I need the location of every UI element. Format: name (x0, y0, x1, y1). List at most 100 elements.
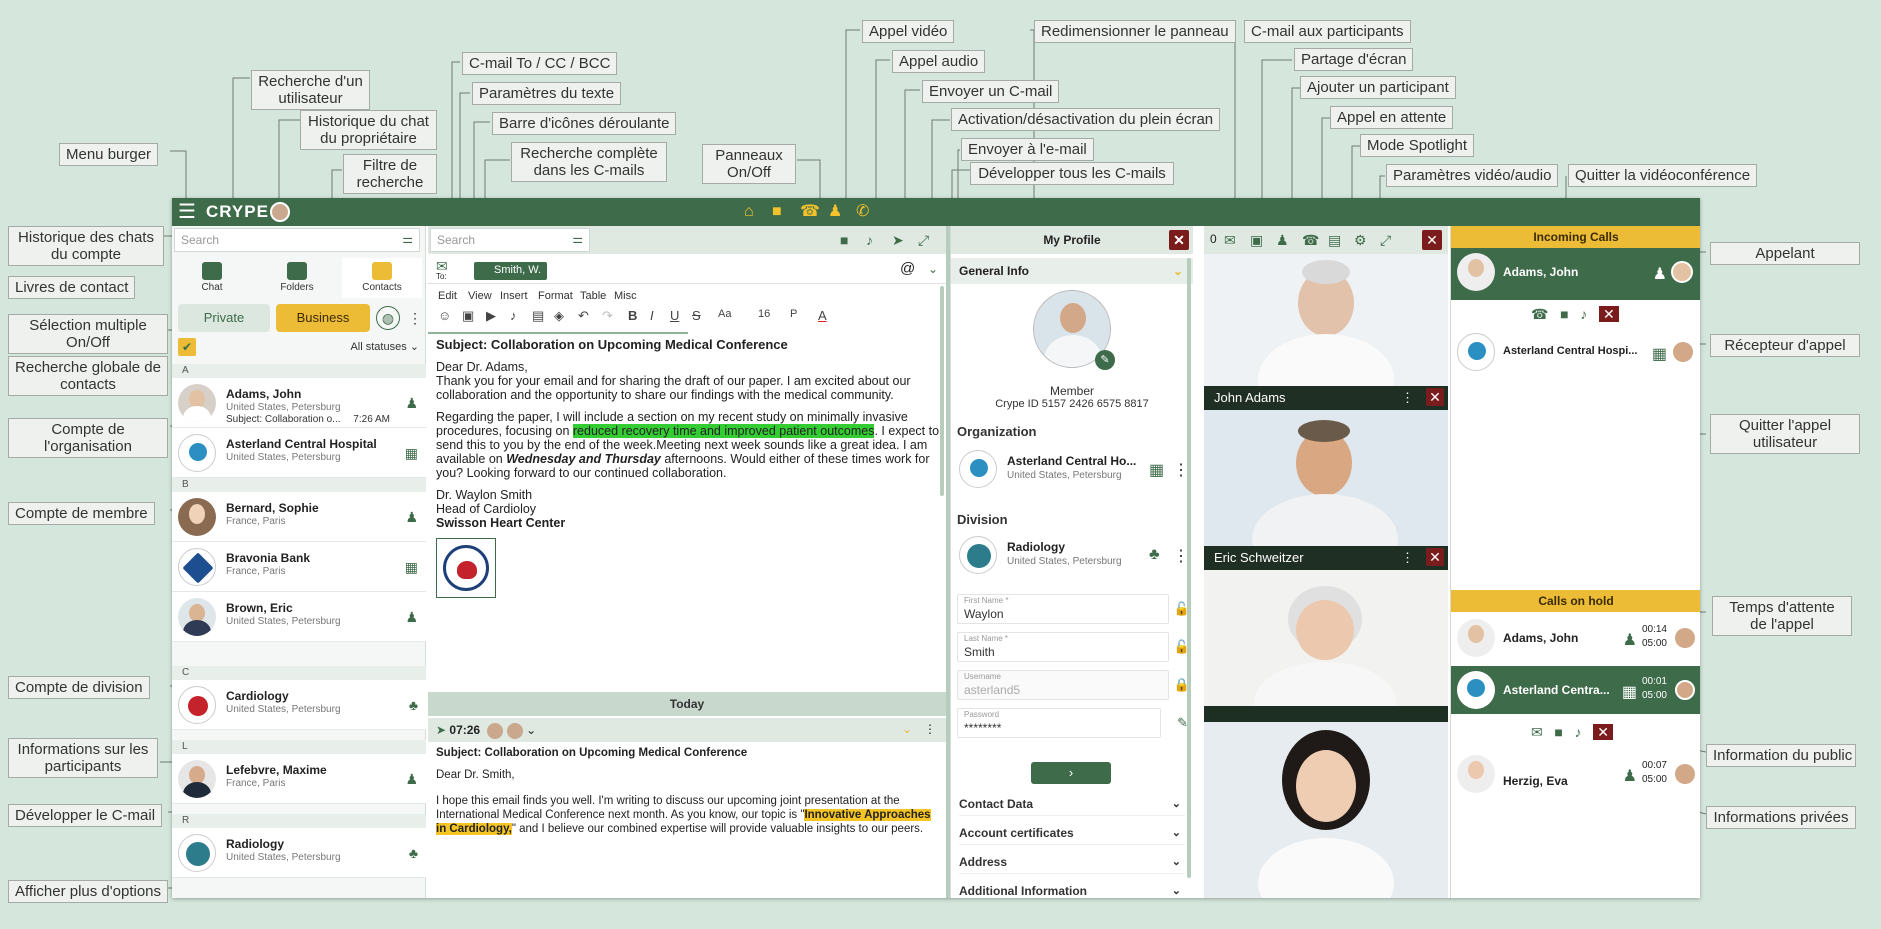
fullscreen-icon[interactable]: ⤢ (918, 231, 929, 249)
recipient-chip[interactable]: Smith, W. (474, 262, 548, 280)
undo-icon[interactable]: ↶ (578, 308, 589, 324)
emoji-icon[interactable]: ☺ (438, 308, 451, 323)
expand-cmail-icon[interactable]: ⌄ (902, 722, 912, 736)
user-search-input[interactable]: Search ⚌ (174, 228, 420, 252)
close-profile-icon[interactable]: ✕ (1169, 230, 1189, 250)
call-hold-icon[interactable]: ☎ (1302, 231, 1319, 249)
owner-avatar[interactable] (270, 202, 290, 222)
italic-icon[interactable]: I (650, 308, 654, 323)
phone-list-icon[interactable]: ☎ (800, 202, 820, 222)
division-item[interactable]: Radiology United States, Petersburg ♣ ⋮ (959, 536, 1189, 576)
at-icon[interactable]: @ (900, 260, 915, 277)
more-options-icon[interactable]: ⋮ (924, 722, 936, 736)
account-certificates-section[interactable]: Account certificates ⌄ (959, 821, 1185, 845)
eraser-icon[interactable]: ◈ (554, 308, 564, 324)
video-icon[interactable]: ▶ (486, 308, 496, 324)
contact-row[interactable]: Brown, Eric United States, Petersburg ♟ (172, 592, 426, 642)
video-tile-main[interactable] (1204, 254, 1448, 386)
participant-info-chevron-icon[interactable]: ⌄ (526, 723, 536, 737)
video-resume-icon[interactable]: ■ (1554, 724, 1562, 740)
font-size-dropdown[interactable]: 16 (758, 308, 770, 320)
cmail-editor-body[interactable]: Subject: Collaboration on Upcoming Medic… (436, 338, 940, 598)
globe-search-icon[interactable]: ◍ (376, 306, 400, 330)
tab-chat[interactable]: Chat (172, 258, 252, 298)
leave-user-call-icon[interactable]: ✕ (1426, 388, 1444, 406)
contact-row[interactable]: Bernard, Sophie France, Paris ♟ (172, 492, 426, 542)
more-options-icon[interactable]: ⋮ (1401, 550, 1414, 566)
audio-resume-icon[interactable]: ♪ (1575, 724, 1582, 740)
file-icon[interactable]: ▤ (532, 308, 544, 324)
filter-icon[interactable]: ⚌ (572, 232, 583, 246)
cmail-participants-icon[interactable]: ✉ (1224, 231, 1236, 249)
incoming-caller-row[interactable]: Adams, John ♟ (1451, 248, 1700, 300)
camera-icon[interactable]: ■ (772, 202, 782, 222)
video-tile-3[interactable] (1204, 570, 1448, 706)
mic-icon[interactable]: ♪ (510, 308, 517, 323)
tab-folders[interactable]: Folders (257, 258, 337, 298)
microphone-icon[interactable]: ♪ (866, 231, 873, 249)
contact-data-section[interactable]: Contact Data ⌄ (959, 792, 1185, 816)
spotlight-icon[interactable]: ▤ (1328, 231, 1341, 249)
cmail-thread-item[interactable]: ➤ 07:26 ⌄ ⌄ ⋮ Subject: Collaboration on … (428, 718, 946, 898)
paragraph-dropdown[interactable]: P (790, 308, 797, 320)
leave-user-call-icon[interactable]: ✕ (1426, 548, 1444, 566)
participant-avatar[interactable] (487, 723, 504, 739)
phone-panel-icon[interactable]: ✆ (856, 202, 869, 222)
expand-all-icon[interactable]: ⌄ (928, 262, 938, 276)
cmail-search-input[interactable]: Search ⚌ (430, 228, 590, 252)
menu-edit[interactable]: Edit (438, 290, 457, 302)
end-call-icon[interactable]: ✕ (1593, 724, 1613, 740)
status-filter-dropdown[interactable]: All statuses ⌄ (350, 340, 419, 353)
video-accept-icon[interactable]: ■ (1560, 306, 1568, 322)
password-field[interactable]: Password ******** ✎ (957, 708, 1188, 738)
hold-call-row[interactable]: Adams, John ♟ 00:14 05:00 (1451, 614, 1700, 662)
video-call-icon[interactable]: ■ (840, 231, 848, 249)
underline-icon[interactable]: U (670, 308, 679, 323)
contact-row[interactable]: Cardiology United States, Petersburg ♣ (172, 680, 426, 730)
audio-accept-icon[interactable]: ♪ (1580, 306, 1587, 322)
private-filter-button[interactable]: Private (178, 304, 270, 332)
menu-view[interactable]: View (468, 290, 492, 302)
decline-call-icon[interactable]: ✕ (1598, 306, 1619, 322)
organization-item[interactable]: Asterland Central Ho... United States, P… (959, 450, 1189, 490)
profile-scrollbar[interactable] (1187, 258, 1191, 878)
hold-call-row[interactable]: Herzig, Eva ♟ 00:07 05:00 (1451, 750, 1700, 798)
hold-call-row[interactable]: Asterland Centra... ▦ 00:01 05:00 (1451, 666, 1700, 714)
address-section[interactable]: Address ⌄ (959, 850, 1185, 874)
tab-contacts[interactable]: Contacts (342, 258, 422, 298)
multi-select-checkbox[interactable]: ✔ (178, 338, 196, 356)
editor-scrollbar[interactable] (940, 286, 944, 496)
fullscreen-icon[interactable]: ⤢ (1380, 231, 1391, 249)
to-label[interactable]: To: (436, 272, 447, 281)
video-tile-4[interactable] (1204, 722, 1448, 898)
menu-insert[interactable]: Insert (500, 290, 528, 302)
leave-conference-icon[interactable]: ✕ (1422, 230, 1442, 250)
contact-row[interactable]: Radiology United States, Petersburg ♣ (172, 828, 426, 878)
more-options-icon[interactable]: ⋮ (1401, 390, 1414, 406)
general-info-section[interactable]: General Info ⌄ (951, 258, 1193, 284)
contact-icon[interactable]: ♟ (828, 202, 842, 222)
menu-table[interactable]: Table (580, 290, 606, 302)
filter-icon[interactable]: ⚌ (402, 232, 413, 246)
participant-avatar[interactable] (506, 723, 523, 739)
menu-misc[interactable]: Misc (614, 290, 637, 302)
last-name-field[interactable]: Last Name * Smith 🔓 (957, 632, 1190, 662)
photo-icon[interactable]: ▣ (462, 308, 474, 324)
contact-row[interactable]: Lefebvre, Maxime France, Paris ♟ (172, 754, 426, 804)
accept-hold-icon[interactable]: ☎ (1531, 306, 1548, 322)
video-tile-2[interactable] (1204, 410, 1448, 546)
additional-info-section[interactable]: Additional Information ⌄ (959, 879, 1185, 898)
video-settings-icon[interactable]: ⚙ (1354, 231, 1367, 249)
burger-menu-icon[interactable]: ☰ (178, 201, 196, 223)
more-options-icon[interactable]: ⋮ (408, 310, 422, 327)
redo-icon[interactable]: ↷ (602, 308, 613, 324)
send-icon[interactable]: ➤ (892, 231, 904, 249)
strikethrough-icon[interactable]: S (692, 308, 701, 323)
business-filter-button[interactable]: Business (276, 304, 370, 332)
contact-row[interactable]: Bravonia Bank France, Paris ▦ (172, 542, 426, 592)
edit-avatar-icon[interactable]: ✎ (1095, 350, 1115, 370)
mail-icon[interactable]: ✉ (1531, 724, 1543, 740)
first-name-field[interactable]: First Name * Waylon 🔓 (957, 594, 1190, 624)
text-color-icon[interactable]: A (818, 308, 827, 323)
bold-icon[interactable]: B (628, 308, 637, 323)
